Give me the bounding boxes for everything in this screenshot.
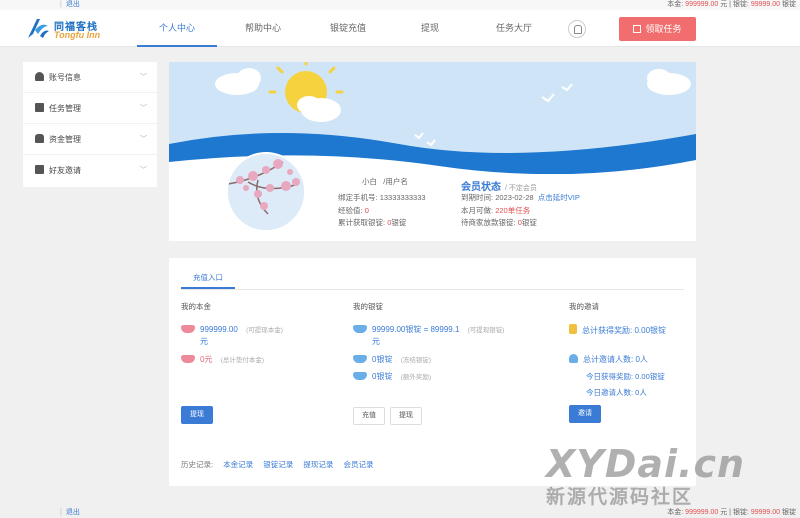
- tab-help-center[interactable]: 帮助中心: [223, 10, 303, 47]
- invite-total-reward-row: 总计获得奖励: 0.00银锭: [569, 324, 666, 336]
- tab-recharge[interactable]: 银锭充值: [308, 10, 388, 47]
- principal-withdraw-button[interactable]: 提现: [181, 406, 213, 424]
- ingot-icon: [353, 355, 367, 363]
- history-member-link[interactable]: 会员记录: [343, 460, 373, 469]
- user-icon: [35, 72, 44, 81]
- principal-amount: 999999.00: [200, 325, 238, 334]
- sidebar-item-invite[interactable]: 好友邀请 ﹀: [23, 155, 157, 186]
- logo-mark-icon: [28, 19, 49, 38]
- principal-frozen-row: 0元 (总计垫付本金): [181, 354, 264, 365]
- vip-extend-link[interactable]: 点击延时VIP: [538, 193, 580, 202]
- logo[interactable]: 同福客栈 Tongfu Inn: [26, 16, 116, 42]
- top-bar: 退出 本金: 999999.00 元 | 银锭: 99999.00 银锭: [0, 0, 800, 10]
- expire-value: 2023-02-28: [495, 193, 534, 202]
- silver-reward: 0银锭: [372, 372, 393, 381]
- balance-summary: 本金: 999999.00 元 | 银锭: 99999.00 银锭: [667, 1, 796, 8]
- balance-summary-bottom: 本金: 999999.00 元 | 银锭: 99999.00 银锭: [667, 509, 796, 516]
- sidebar: 账号信息 ﹀ 任务管理 ﹀ 资金管理 ﹀ 好友邀请 ﹀: [23, 62, 157, 187]
- profile-info-right: 到期时间: 2023-02-28 点击延时VIP 本月可做: 220单任务 待商…: [461, 193, 580, 227]
- username: 用户名: [385, 177, 408, 186]
- history-silver-link[interactable]: 银锭记录: [263, 460, 293, 469]
- ingot-icon: [353, 325, 367, 333]
- invite-today-reward: 今日获得奖励: 0.00银锭: [586, 372, 665, 381]
- silver-amount: 99999.00银锭 = 89999.1: [372, 325, 460, 334]
- invite-total-invited-row: 总计邀请人数: 0人: [569, 354, 648, 365]
- ingot-icon: [181, 325, 195, 333]
- silver-value: 99999.00: [750, 1, 781, 8]
- invite-today-invited-row: 今日邀请人数: 0人: [586, 387, 647, 398]
- phone-value: 13333333333: [379, 193, 426, 202]
- wallet-icon: [35, 134, 44, 143]
- principal-frozen: 0元: [200, 355, 213, 364]
- silver-recharge-button[interactable]: 充值: [353, 407, 385, 425]
- silver-frozen-row: 0银锭 (冻结银锭): [353, 354, 431, 365]
- tab-withdraw[interactable]: 提现: [390, 10, 470, 47]
- header: 同福客栈 Tongfu Inn 个人中心 帮助中心 银锭充值 提现 任务大厅 领…: [0, 10, 800, 47]
- chevron-down-icon: ﹀: [140, 105, 147, 112]
- invite-total-invited: 总计邀请人数: 0人: [583, 355, 648, 364]
- logout-link-bottom[interactable]: 退出: [60, 508, 80, 518]
- nickname: 小白: [362, 177, 377, 186]
- invite-today-invited: 今日邀请人数: 0人: [586, 388, 647, 397]
- watermark: XYDai.cn 新源代源码社区: [546, 442, 746, 508]
- list-icon: [35, 103, 44, 112]
- person-icon: [569, 354, 578, 363]
- principal-amount-row: 999999.00 (可提现本金): [181, 324, 283, 334]
- divider: [181, 289, 684, 290]
- invite-total-reward: 总计获得奖励: 0.00银锭: [582, 326, 667, 335]
- notification-bell-icon[interactable]: [568, 20, 586, 38]
- silver-unit: 元: [372, 337, 380, 346]
- principal-unit: 元: [200, 337, 208, 346]
- bottom-bar: 退出 本金: 999999.00 元 | 银锭: 99999.00 银锭: [0, 508, 800, 518]
- sidebar-item-tasks[interactable]: 任务管理 ﹀: [23, 93, 157, 124]
- member-status-title: 会员状态 / 不定会员: [461, 182, 537, 193]
- tab-recharge-entry[interactable]: 充值入口: [181, 267, 235, 289]
- avatar[interactable]: [226, 152, 306, 232]
- sidebar-item-account[interactable]: 账号信息 ﹀: [23, 62, 157, 93]
- mail-icon: [35, 165, 44, 174]
- logo-english: Tongfu Inn: [54, 30, 101, 40]
- silver-amount-row: 99999.00银锭 = 89999.1 (可提现银锭): [353, 324, 504, 335]
- invite-title: 我的邀请: [569, 302, 599, 311]
- ingot-icon: [181, 355, 195, 363]
- chevron-down-icon: ﹀: [140, 74, 147, 81]
- silver-frozen: 0银锭: [372, 355, 393, 364]
- tab-personal-center[interactable]: 个人中心: [137, 10, 217, 47]
- balance-value: 999999.00: [685, 1, 719, 8]
- history-principal-link[interactable]: 本金记录: [223, 460, 253, 469]
- points-value: 0: [364, 205, 369, 215]
- sidebar-item-funds[interactable]: 资金管理 ﹀: [23, 124, 157, 155]
- nickname-row: 小白 /用户名: [362, 177, 408, 186]
- invite-button[interactable]: 邀请: [569, 405, 601, 423]
- silver-reward-row: 0银锭 (额外奖励): [353, 371, 431, 382]
- claim-task-button[interactable]: 领取任务: [619, 17, 696, 41]
- chevron-down-icon: ﹀: [140, 136, 147, 143]
- principal-title: 我的本金: [181, 302, 211, 311]
- history-links: 历史记录: 本金记录 银锭记录 提现记录 会员记录: [181, 460, 374, 469]
- silver-title: 我的银锭: [353, 302, 383, 311]
- silver-withdraw-button[interactable]: 提现: [390, 407, 422, 425]
- chevron-down-icon: ﹀: [140, 167, 147, 174]
- invite-today-reward-row: 今日获得奖励: 0.00银锭: [586, 371, 665, 382]
- monthly-value: 220单任务: [495, 205, 531, 215]
- profile-card: 小白 /用户名 绑定手机号: 13333333333 经验值: 0 累计获取银锭…: [169, 62, 696, 241]
- tab-task-hall[interactable]: 任务大厅: [474, 10, 554, 47]
- ingot-icon: [353, 372, 367, 380]
- logout-link[interactable]: 退出: [60, 0, 80, 10]
- trophy-icon: [569, 324, 577, 334]
- history-withdraw-link[interactable]: 提现记录: [303, 460, 333, 469]
- profile-info-left: 绑定手机号: 13333333333 经验值: 0 累计获取银锭: 0银锭: [338, 193, 426, 227]
- checkbox-icon: [633, 25, 642, 33]
